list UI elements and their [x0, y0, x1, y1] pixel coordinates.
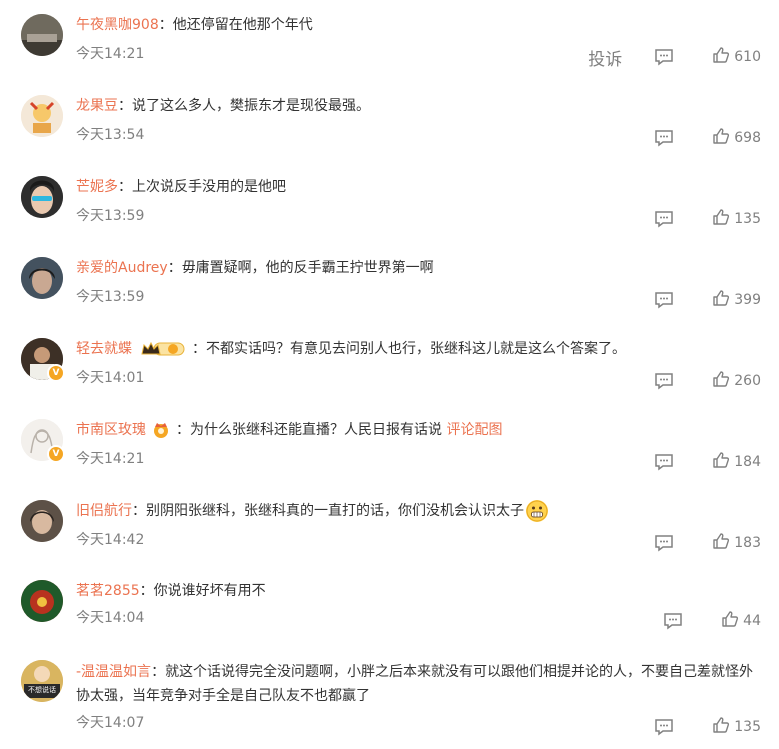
username-link[interactable]: 龙果豆 — [76, 98, 118, 114]
avatar[interactable] — [21, 500, 63, 542]
thumb-up-icon — [712, 451, 734, 473]
like-count: 135 — [734, 719, 761, 735]
timestamp: 今天14:42 — [76, 532, 145, 548]
comment-icon[interactable] — [654, 48, 674, 66]
like-count: 698 — [734, 130, 761, 146]
comment-text: 你说谁好坏有用不 — [153, 583, 266, 599]
comment-line: 午夜黑咖908：他还停留在他那个年代 — [76, 17, 313, 33]
thumb-up-icon — [712, 46, 734, 68]
thumb-up-icon — [721, 610, 743, 632]
username-link[interactable]: 市南区玫瑰 — [76, 422, 146, 438]
comment-line: 亲爱的Audrey：毋庸置疑啊，他的反手霸王拧世界第一啊 — [76, 260, 434, 276]
like-button[interactable]: 135 — [712, 208, 761, 230]
avatar[interactable] — [21, 14, 63, 56]
timestamp: 今天14:04 — [76, 610, 145, 626]
comment-line: 市南区玫瑰 ：为什么张继科还能直播？人民日报有话说 评论配图 — [76, 421, 503, 439]
comment-text: 他还停留在他那个年代 — [172, 17, 313, 33]
like-count: 184 — [734, 454, 761, 470]
report-button[interactable]: 投诉 — [588, 45, 622, 70]
username-link[interactable]: 芒妮多 — [76, 179, 118, 195]
avatar[interactable]: V — [21, 419, 65, 463]
vip-crown-badge[interactable] — [152, 421, 170, 439]
avatar[interactable] — [21, 580, 63, 622]
vip-crown-badge[interactable] — [140, 340, 186, 358]
like-count: 135 — [734, 211, 761, 227]
thumb-up-icon — [712, 127, 734, 149]
comment-text: 就这个话说得完全没问题啊，小胖之后本来就没有可以跟他们相提并论的人，不要自己差就… — [76, 664, 754, 704]
comment-line: 旧侣航行：别阴阳张继科，张继科真的一直打的话，你们没机会认识太子 — [76, 500, 761, 522]
username-link[interactable]: 旧侣航行 — [76, 503, 132, 519]
timestamp: 今天13:59 — [76, 208, 145, 224]
avatar-label: 不想说话 — [28, 686, 56, 694]
like-count: 44 — [743, 613, 761, 629]
comment-text: 毋庸置疑啊，他的反手霸王拧世界第一啊 — [181, 260, 434, 276]
comment-actions: 260 — [654, 370, 761, 392]
v-verified-badge: V — [47, 445, 65, 463]
like-button[interactable]: 183 — [712, 532, 761, 554]
like-count: 260 — [734, 373, 761, 389]
comment-line: 龙果豆：说了这么多人，樊振东才是现役最强。 — [76, 98, 370, 114]
comment-icon[interactable] — [654, 453, 674, 471]
comment-text: 为什么张继科还能直播？人民日报有话说 — [190, 422, 447, 438]
comment-icon[interactable] — [654, 718, 674, 736]
timestamp: 今天14:01 — [76, 370, 145, 386]
avatar[interactable] — [21, 176, 63, 218]
thumb-up-icon — [712, 370, 734, 392]
comment-actions: 投诉 610 — [588, 45, 761, 70]
comment-line: 茗茗2855：你说谁好坏有用不 — [76, 583, 266, 599]
like-button[interactable]: 44 — [721, 610, 761, 632]
username-link[interactable]: 轻去就蝶 — [76, 341, 132, 357]
comment-actions: 135 — [654, 208, 761, 230]
avatar[interactable]: 不想说话 — [21, 660, 63, 702]
comment-icon[interactable] — [654, 210, 674, 228]
comment-text: 别阴阳张继科，张继科真的一直打的话，你们没机会认识太子 — [146, 503, 524, 519]
comment-actions: 135 — [654, 716, 761, 738]
comment-icon[interactable] — [654, 372, 674, 390]
timestamp: 今天14:21 — [76, 451, 145, 467]
timestamp: 今天14:21 — [76, 46, 145, 62]
comment-icon[interactable] — [663, 612, 683, 630]
emoji-grimace-icon — [526, 500, 548, 522]
comment-actions: 44 — [663, 610, 761, 632]
comment-text: 上次说反手没用的是他吧 — [132, 179, 286, 195]
like-count: 399 — [734, 292, 761, 308]
comment-actions: 183 — [654, 532, 761, 554]
comment-actions: 184 — [654, 451, 761, 473]
username-link[interactable]: 茗茗2855 — [76, 583, 140, 599]
comment-icon[interactable] — [654, 291, 674, 309]
username-link[interactable]: 午夜黑咖908 — [76, 17, 159, 33]
like-button[interactable]: 184 — [712, 451, 761, 473]
v-verified-badge: V — [47, 364, 65, 382]
avatar[interactable]: V — [21, 338, 65, 382]
avatar[interactable] — [21, 257, 63, 299]
timestamp: 今天14:07 — [76, 715, 145, 731]
like-count: 183 — [734, 535, 761, 551]
comment-line: -温温温如言：就这个话说得完全没问题啊，小胖之后本来就没有可以跟他们相提并论的人… — [76, 664, 754, 704]
timestamp: 今天13:59 — [76, 289, 145, 305]
comment-line: 芒妮多：上次说反手没用的是他吧 — [76, 179, 286, 195]
comment-line: 轻去就蝶1：不都实话吗？有意见去问别人也行，张继科这儿就是这么个答案了。 — [76, 340, 626, 358]
thumb-up-icon — [712, 532, 734, 554]
thumb-up-icon — [712, 289, 734, 311]
timestamp: 今天13:54 — [76, 127, 145, 143]
username-link[interactable]: 亲爱的Audrey — [76, 260, 168, 276]
comment-text: 说了这么多人，樊振东才是现役最强。 — [132, 98, 370, 114]
comment-text: 不都实话吗？有意见去问别人也行，张继科这儿就是这么个答案了。 — [206, 341, 626, 357]
like-button[interactable]: 260 — [712, 370, 761, 392]
like-button[interactable]: 610 — [712, 46, 761, 68]
like-button[interactable]: 399 — [712, 289, 761, 311]
like-button[interactable]: 135 — [712, 716, 761, 738]
comment-actions: 698 — [654, 127, 761, 149]
like-count: 610 — [734, 49, 761, 65]
avatar[interactable] — [21, 95, 63, 137]
thumb-up-icon — [712, 716, 734, 738]
comment-list: 午夜黑咖908：他还停留在他那个年代 今天14:21 投诉 610 龙果豆：说了… — [0, 0, 779, 749]
comment-icon[interactable] — [654, 534, 674, 552]
thumb-up-icon — [712, 208, 734, 230]
comment-icon[interactable] — [654, 129, 674, 147]
username-link[interactable]: -温温温如言 — [76, 664, 151, 680]
like-button[interactable]: 698 — [712, 127, 761, 149]
comment-image-link[interactable]: 评论配图 — [446, 422, 502, 438]
comment-actions: 399 — [654, 289, 761, 311]
